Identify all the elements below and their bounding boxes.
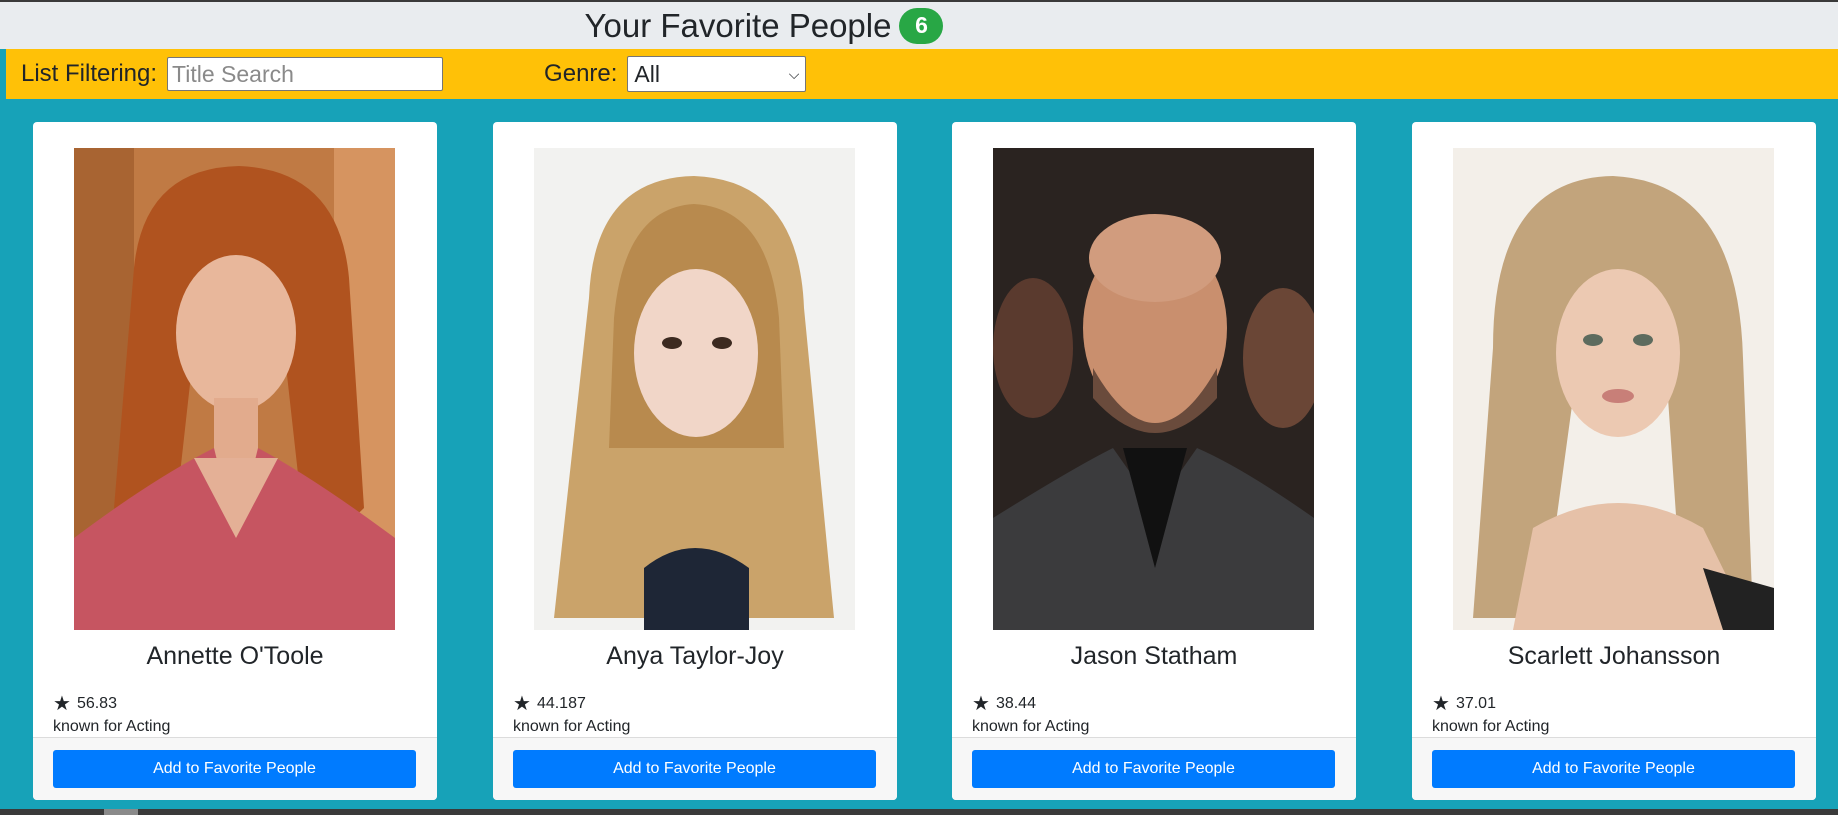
people-card-list: Annette O'Toole ★ 56.83 known for Acting… xyxy=(0,99,1838,815)
card-footer: Add to Favorite People xyxy=(952,737,1356,800)
person-card: Anya Taylor-Joy ★ 44.187 known for Actin… xyxy=(493,122,897,800)
genre-select[interactable]: All ⌵ xyxy=(627,56,807,92)
genre-label: Genre: xyxy=(544,60,618,87)
scrollbar-thumb[interactable] xyxy=(104,809,138,815)
person-photo xyxy=(1453,148,1774,630)
page-title: Your Favorite People xyxy=(584,6,892,44)
popularity-rating: 44.187 xyxy=(536,695,586,712)
rating-row: ★ 56.83 xyxy=(53,694,117,714)
person-name: Anya Taylor-Joy xyxy=(606,642,784,670)
known-for-text: known for Acting xyxy=(53,718,171,735)
known-for-text: known for Acting xyxy=(513,718,631,735)
popularity-rating: 56.83 xyxy=(76,695,117,712)
card-footer: Add to Favorite People xyxy=(33,737,437,800)
card-footer: Add to Favorite People xyxy=(493,737,897,800)
rating-row: ★ 38.44 xyxy=(972,694,1036,714)
add-to-favorites-button[interactable]: Add to Favorite People xyxy=(1432,750,1795,788)
star-icon: ★ xyxy=(53,693,71,715)
star-icon: ★ xyxy=(1432,693,1450,715)
known-for-text: known for Acting xyxy=(972,718,1090,735)
favorites-count-badge: 6 xyxy=(899,7,944,44)
person-name: Annette O'Toole xyxy=(146,642,324,670)
person-name: Jason Statham xyxy=(1070,642,1238,670)
known-for-text: known for Acting xyxy=(1432,718,1550,735)
card-footer: Add to Favorite People xyxy=(1412,737,1816,800)
star-icon: ★ xyxy=(513,693,531,715)
rating-row: ★ 44.187 xyxy=(513,694,586,714)
rating-row: ★ 37.01 xyxy=(1432,694,1496,714)
add-to-favorites-button[interactable]: Add to Favorite People xyxy=(972,750,1335,788)
add-to-favorites-button[interactable]: Add to Favorite People xyxy=(513,750,876,788)
list-filtering-label: List Filtering: xyxy=(21,60,158,87)
popularity-rating: 38.44 xyxy=(995,695,1036,712)
popularity-rating: 37.01 xyxy=(1455,695,1496,712)
chevron-down-icon: ⌵ xyxy=(788,65,800,82)
person-photo xyxy=(993,148,1314,630)
person-name: Scarlett Johansson xyxy=(1507,642,1721,670)
person-card: Scarlett Johansson ★ 37.01 known for Act… xyxy=(1412,122,1816,800)
filter-bar: List Filtering: Genre: All ⌵ xyxy=(6,49,1838,99)
person-photo xyxy=(74,148,395,630)
horizontal-scrollbar[interactable] xyxy=(0,809,1838,815)
add-to-favorites-button[interactable]: Add to Favorite People xyxy=(53,750,416,788)
person-card: Annette O'Toole ★ 56.83 known for Acting… xyxy=(33,122,437,800)
genre-select-value: All xyxy=(634,60,660,87)
title-search-input[interactable] xyxy=(167,57,444,91)
person-card: Jason Statham ★ 38.44 known for Acting A… xyxy=(952,122,1356,800)
person-photo xyxy=(534,148,855,630)
page-header: Your Favorite People 6 xyxy=(0,2,1838,49)
star-icon: ★ xyxy=(972,693,990,715)
